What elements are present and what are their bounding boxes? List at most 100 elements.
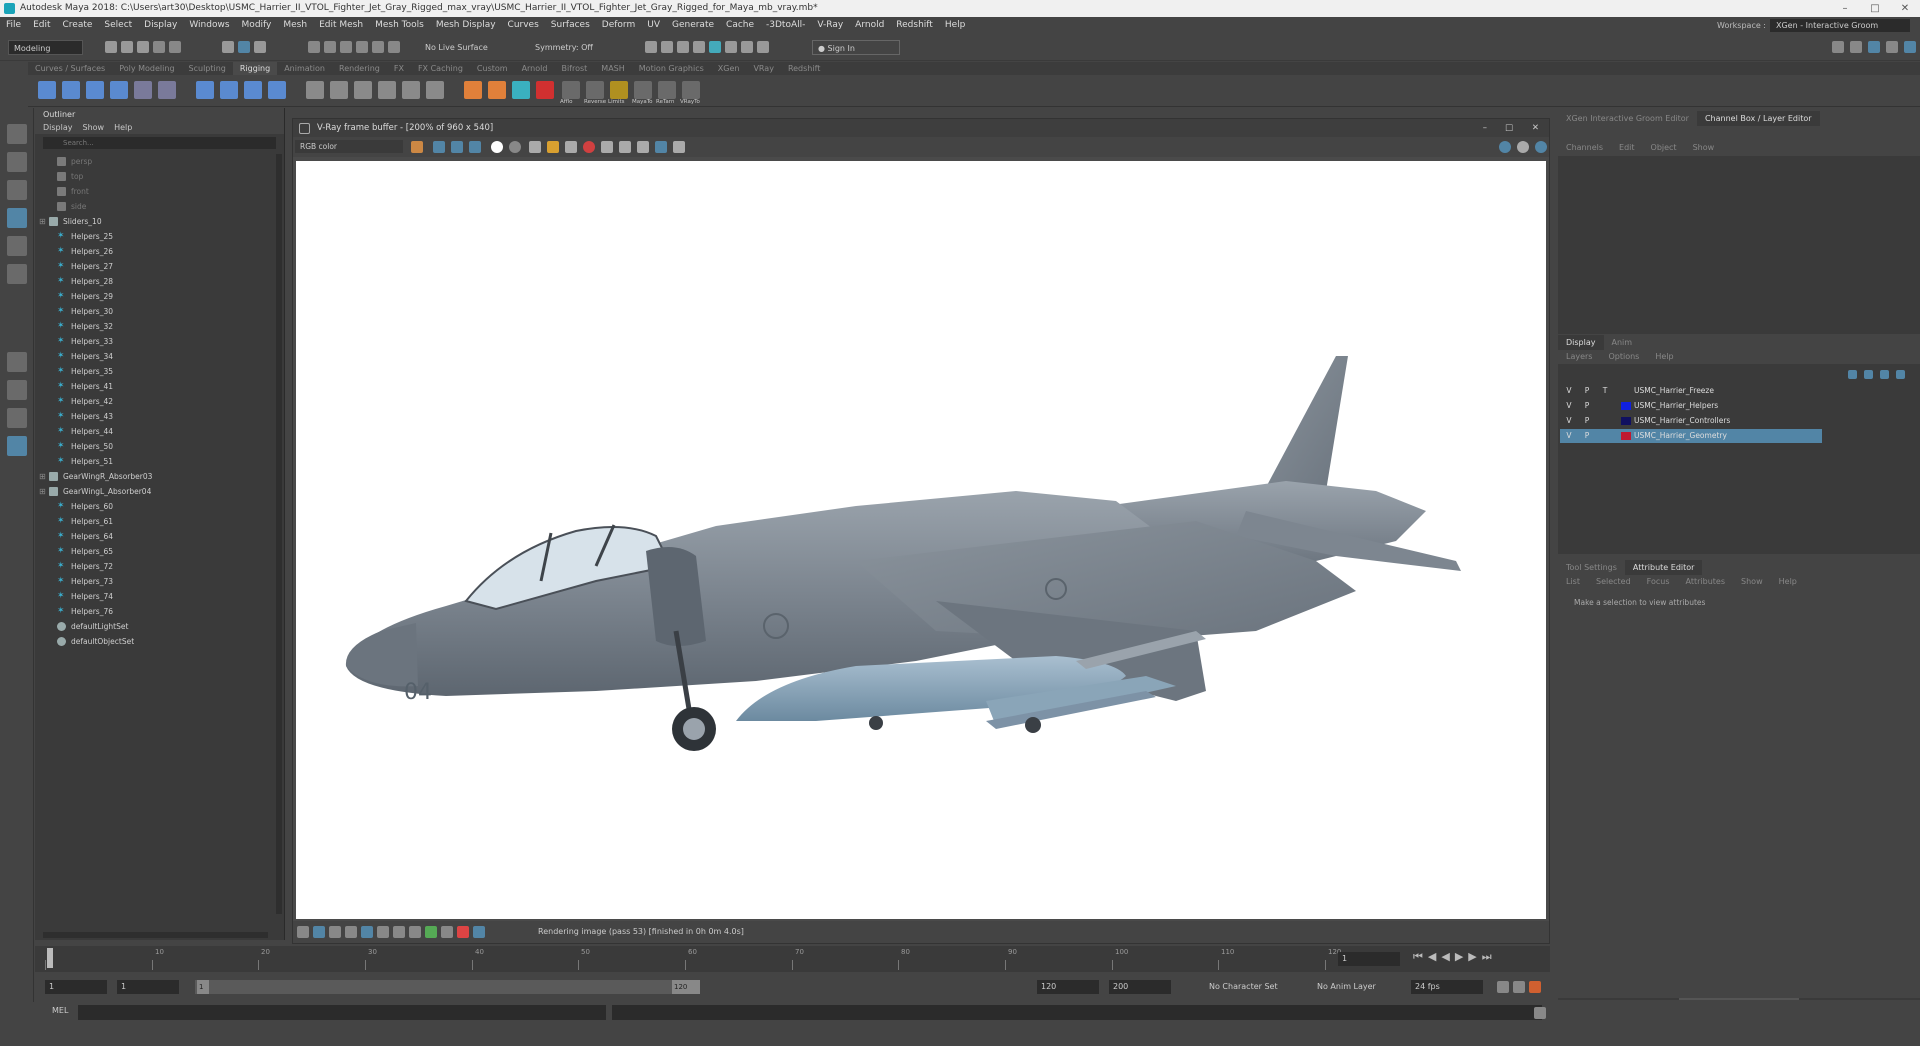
shelf-tab-xgen[interactable]: XGen (711, 62, 747, 75)
vfb-status-icon-1[interactable] (297, 926, 309, 938)
vfb-status-icon-10[interactable] (441, 926, 453, 938)
menu-curves[interactable]: Curves (502, 17, 545, 33)
menu-surfaces[interactable]: Surfaces (545, 17, 596, 33)
shelf-tab-arnold[interactable]: Arnold (515, 62, 555, 75)
outliner-item[interactable]: ✶ Helpers_26 (35, 244, 275, 259)
vfb-status-icon-9[interactable] (425, 926, 437, 938)
snap-view-icon[interactable] (356, 41, 368, 53)
menu-help[interactable]: Help (939, 17, 972, 33)
outliner-item[interactable]: ✶ Helpers_34 (35, 349, 275, 364)
close-icon[interactable]: ✕ (1890, 0, 1920, 17)
outliner-item[interactable]: ✶ Helpers_41 (35, 379, 275, 394)
render-view[interactable]: 04 (296, 161, 1546, 919)
parent-constraint-icon[interactable] (402, 81, 420, 99)
outliner-item[interactable]: ✶ Helpers_51 (35, 454, 275, 469)
outliner-item[interactable]: ✶ Helpers_44 (35, 424, 275, 439)
clear-image-icon[interactable] (565, 141, 577, 153)
script-editor-icon[interactable] (1534, 1007, 1546, 1019)
red-channel-icon[interactable] (433, 141, 445, 153)
track-mouse-icon[interactable] (619, 141, 631, 153)
layer-color-swatch[interactable] (1621, 387, 1631, 395)
outliner-item[interactable]: front (35, 184, 275, 199)
outliner-item[interactable]: side (35, 199, 275, 214)
playback-end-field[interactable]: 120 (1037, 980, 1099, 994)
outliner-item[interactable]: ✶ Helpers_29 (35, 289, 275, 304)
live-surface-field[interactable]: No Live Surface (420, 40, 498, 55)
display-layer-row[interactable]: V P USMC_Harrier_Controllers (1560, 414, 1822, 428)
expand-icon[interactable]: ⊞ (39, 469, 46, 484)
outliner-menu-show[interactable]: Show (83, 123, 105, 132)
retarn-icon[interactable] (658, 81, 676, 99)
shelf-tab-fx[interactable]: FX (387, 62, 411, 75)
snap-surface-icon[interactable] (372, 41, 384, 53)
layer-playback-toggle[interactable]: P (1582, 384, 1592, 398)
layout-icon-2[interactable] (1850, 41, 1862, 53)
ipr-render-icon[interactable] (677, 41, 689, 53)
lasso-tool-icon[interactable] (7, 152, 27, 172)
shelf-tab-poly-modeling[interactable]: Poly Modeling (112, 62, 181, 75)
render-view-icon[interactable] (693, 41, 705, 53)
vfb-status-icon-7[interactable] (393, 926, 405, 938)
shelf-tab-vray[interactable]: VRay (746, 62, 781, 75)
outliner-item[interactable]: ✶ Helpers_72 (35, 559, 275, 574)
orient-constraint-icon[interactable] (354, 81, 372, 99)
lens-effects-icon[interactable] (655, 141, 667, 153)
shelf-tab-curves-surfaces[interactable]: Curves / Surfaces (28, 62, 112, 75)
layout-icon-5[interactable] (1904, 41, 1916, 53)
outliner-menu-display[interactable]: Display (43, 123, 73, 132)
redo-icon[interactable] (169, 41, 181, 53)
time-slider[interactable]: 1102030405060708090100110120 1 ⏮◀◀▶▶⏭ (35, 946, 1550, 972)
vray-vfb-icon[interactable] (741, 41, 753, 53)
layer-menu-options[interactable]: Options (1600, 349, 1647, 364)
vray-render-icon[interactable] (725, 41, 737, 53)
attr-menu-list[interactable]: List (1558, 574, 1588, 589)
layer-visibility-toggle[interactable]: V (1564, 399, 1574, 413)
outliner-item[interactable]: ⊞ GearWingR_Absorber03 (35, 469, 275, 484)
expand-icon[interactable]: ⊞ (39, 484, 46, 499)
outliner-item[interactable]: ✶ Helpers_27 (35, 259, 275, 274)
render-icon[interactable] (1499, 141, 1511, 153)
reverse-icon[interactable] (586, 81, 604, 99)
command-input[interactable] (78, 1005, 606, 1020)
layer-playback-toggle[interactable]: P (1582, 399, 1592, 413)
attr-tab-tool-settings[interactable]: Tool Settings (1558, 560, 1625, 575)
cluster-icon[interactable] (244, 81, 262, 99)
layer-tab-display[interactable]: Display (1558, 335, 1604, 350)
character-set-dropdown[interactable]: No Character Set (1205, 980, 1303, 994)
scale-constraint-icon[interactable] (378, 81, 396, 99)
minimize-icon[interactable]: – (1830, 0, 1860, 17)
outliner-search-input[interactable]: Search... (43, 137, 276, 149)
vfb-status-icon-6[interactable] (377, 926, 389, 938)
green-channel-icon[interactable] (451, 141, 463, 153)
layer-menu-layers[interactable]: Layers (1558, 349, 1600, 364)
layer-menu-help[interactable]: Help (1647, 349, 1681, 364)
outliner-menu-help[interactable]: Help (114, 123, 132, 132)
outliner-item[interactable]: ✶ Helpers_28 (35, 274, 275, 289)
lattice-icon[interactable] (196, 81, 214, 99)
symmetry-field[interactable]: Symmetry: Off (530, 40, 608, 55)
blue-channel-icon[interactable] (469, 141, 481, 153)
menu-arnold[interactable]: Arnold (849, 17, 890, 33)
layer-tab-anim[interactable]: Anim (1604, 335, 1641, 350)
region-render-icon[interactable] (601, 141, 613, 153)
menu-display[interactable]: Display (138, 17, 183, 33)
select-by-component-icon[interactable] (254, 41, 266, 53)
open-scene-icon[interactable] (121, 41, 133, 53)
vfb-settings-icon[interactable] (1535, 141, 1547, 153)
vfb-status-icon-8[interactable] (409, 926, 421, 938)
menu-cache[interactable]: Cache (720, 17, 760, 33)
menu-mesh-tools[interactable]: Mesh Tools (369, 17, 430, 33)
layer-visibility-toggle[interactable]: V (1564, 429, 1574, 443)
menu-create[interactable]: Create (57, 17, 99, 33)
layer-template-toggle[interactable]: T (1600, 384, 1610, 398)
attr-menu-attributes[interactable]: Attributes (1678, 574, 1734, 589)
paint-weights-icon[interactable] (158, 81, 176, 99)
stop-render-icon[interactable] (583, 141, 595, 153)
panel-tab-xgen-interactive-groom-editor[interactable]: XGen Interactive Groom Editor (1558, 111, 1697, 126)
layer-color-swatch[interactable] (1621, 402, 1631, 410)
range-start-handle[interactable]: 1 (197, 980, 209, 994)
vfb-status-icon-3[interactable] (329, 926, 341, 938)
menu-3dtoall[interactable]: -3DtoAll- (760, 17, 811, 33)
bind-skin-icon[interactable] (134, 81, 152, 99)
outliner-item[interactable]: ✶ Helpers_73 (35, 574, 275, 589)
